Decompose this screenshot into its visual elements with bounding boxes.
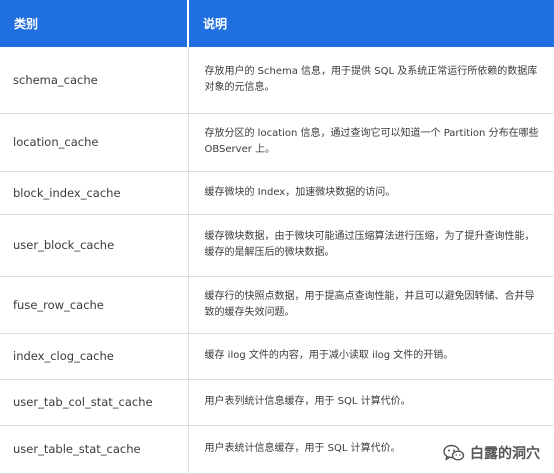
table-row: block_index_cache 缓存微块的 Index，加速微块数据的访问。 [0, 171, 554, 215]
cache-name-cell: index_clog_cache [0, 333, 189, 380]
wechat-icon [443, 444, 465, 461]
table-row: fuse_row_cache 缓存行的快照点数据，用于提高点查询性能，并且可以避… [0, 276, 554, 334]
cache-table: 类别 说明 schema_cache 存放用户的 Schema 信息，用于提供 … [0, 0, 554, 474]
cache-description-cell: 缓存微块的 Index，加速微块数据的访问。 [188, 171, 554, 215]
cache-name-cell: fuse_row_cache [0, 276, 189, 334]
table-row: index_clog_cache 缓存 ilog 文件的内容，用于减小读取 il… [0, 333, 554, 380]
cache-description-cell: 存放分区的 location 信息，通过查询它可以知道一个 Partition … [188, 113, 554, 172]
cache-name-cell: location_cache [0, 113, 189, 172]
column-header-description: 说明 [188, 0, 554, 47]
table-row: user_block_cache 缓存微块数据，由于微块可能通过压缩算法进行压缩… [0, 214, 554, 277]
cache-name-cell: user_table_stat_cache [0, 425, 189, 474]
table-row: user_tab_col_stat_cache 用户表列统计信息缓存，用于 SQ… [0, 379, 554, 426]
table-row: schema_cache 存放用户的 Schema 信息，用于提供 SQL 及系… [0, 47, 554, 114]
column-header-category: 类别 [0, 0, 189, 47]
cache-name-cell: user_block_cache [0, 214, 189, 277]
cache-name-cell: block_index_cache [0, 171, 189, 215]
watermark: 白露的洞穴 [439, 441, 544, 465]
watermark-text: 白露的洞穴 [470, 446, 540, 462]
table-header-row: 类别 说明 [0, 0, 554, 47]
cache-name-cell: user_tab_col_stat_cache [0, 379, 189, 426]
cache-description-cell: 缓存 ilog 文件的内容，用于减小读取 ilog 文件的开销。 [188, 333, 554, 380]
cache-description-cell: 用户表列统计信息缓存，用于 SQL 计算代价。 [188, 379, 554, 426]
cache-description-cell: 缓存行的快照点数据，用于提高点查询性能，并且可以避免因转储、合并导致的缓存失效问… [188, 276, 554, 334]
table-row: location_cache 存放分区的 location 信息，通过查询它可以… [0, 113, 554, 172]
cache-name-cell: schema_cache [0, 47, 189, 114]
cache-description-cell: 存放用户的 Schema 信息，用于提供 SQL 及系统正常运行所依赖的数据库对… [188, 47, 554, 114]
cache-description-cell: 缓存微块数据，由于微块可能通过压缩算法进行压缩，为了提升查询性能，缓存的是解压后… [188, 214, 554, 277]
